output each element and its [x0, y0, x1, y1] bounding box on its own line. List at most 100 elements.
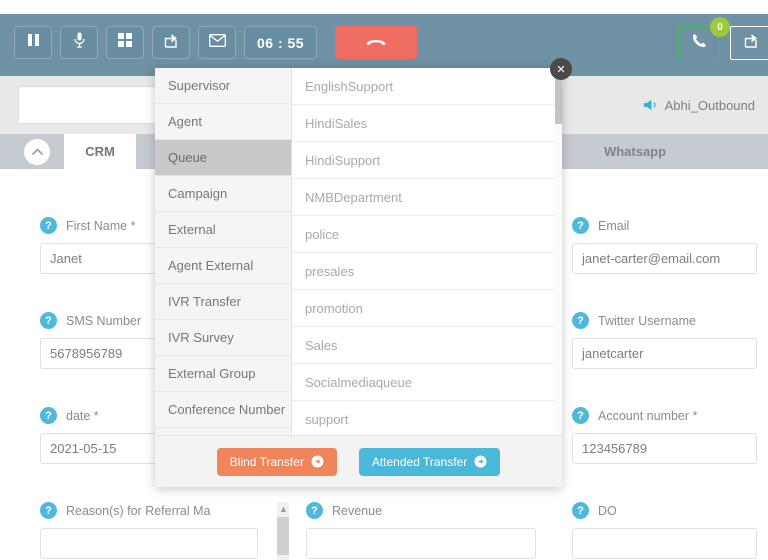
- queue-item-socialmediaqueue[interactable]: Socialmediaqueue: [292, 364, 562, 401]
- megaphone-icon: [643, 98, 658, 112]
- incoming-calls-wrap: 0: [678, 17, 730, 60]
- label-text: Reason(s) for Referral Ma: [66, 503, 211, 518]
- transfer-modal-footer: Blind Transfer Attended Transfer: [155, 435, 562, 487]
- phone-icon: [692, 33, 707, 53]
- email-input[interactable]: janet-carter@email.com: [572, 243, 757, 274]
- category-item-external-group[interactable]: External Group: [155, 356, 291, 392]
- grid-icon: [118, 33, 132, 52]
- category-item-supervisor[interactable]: Supervisor: [155, 68, 291, 104]
- field-label: ? Twitter Username: [572, 312, 757, 329]
- label-text: First Name *: [66, 218, 136, 233]
- label-text: Account number *: [598, 408, 698, 423]
- label-text: DO: [598, 503, 617, 518]
- field-twitter-username: ? Twitter Username janetcarter: [572, 312, 757, 369]
- call-count-badge: 0: [710, 17, 730, 37]
- form-scrollbar-thumb[interactable]: [277, 517, 289, 555]
- hangup-button[interactable]: [335, 26, 418, 59]
- call-center-app: 06 : 55 0 Abhi_Outbound CRM Whatsapp ? F…: [0, 0, 768, 560]
- microphone-icon: [73, 32, 85, 53]
- scroll-up-arrow-icon[interactable]: ▲: [279, 504, 288, 514]
- blind-transfer-button[interactable]: Blind Transfer: [216, 447, 337, 476]
- help-icon[interactable]: ?: [572, 312, 589, 329]
- category-item-agent-external[interactable]: Agent External: [155, 248, 291, 284]
- help-icon[interactable]: ?: [572, 217, 589, 234]
- queue-item-presales[interactable]: presales: [292, 253, 562, 290]
- transfer-modal-body: Supervisor Agent Queue Campaign External…: [155, 68, 562, 435]
- label-text: Revenue: [332, 503, 383, 518]
- share-icon: [164, 33, 179, 53]
- category-item-queue[interactable]: Queue: [155, 140, 291, 176]
- attended-transfer-button[interactable]: Attended Transfer: [358, 447, 501, 476]
- label-text: SMS Number: [66, 313, 142, 328]
- reason-for-referral-input[interactable]: [40, 528, 258, 559]
- transfer-button[interactable]: [152, 26, 190, 59]
- arrow-right-circle-icon: [474, 455, 487, 468]
- email-button[interactable]: [198, 26, 236, 59]
- field-label: ? Account number *: [572, 407, 757, 424]
- pause-icon: [27, 33, 40, 52]
- toolbar-right-actions: 0: [678, 17, 768, 60]
- pause-button[interactable]: [14, 26, 52, 59]
- help-icon[interactable]: ?: [306, 502, 323, 519]
- field-label: ? Revenue: [306, 502, 536, 519]
- category-item-external[interactable]: External: [155, 212, 291, 248]
- label-text: date *: [66, 408, 99, 423]
- tab-whatsapp[interactable]: Whatsapp: [560, 134, 710, 169]
- queue-item-support[interactable]: support: [292, 401, 562, 435]
- label-text: Twitter Username: [598, 313, 696, 328]
- transfer-queue-list[interactable]: EnglishSupport HindiSales HindiSupport N…: [292, 68, 562, 435]
- account-number-input[interactable]: 123456789: [572, 433, 757, 464]
- field-label: ? Email: [572, 217, 757, 234]
- campaign-indicator: Abhi_Outbound: [643, 86, 755, 124]
- chevron-up-icon: [31, 143, 43, 161]
- share-icon: [744, 33, 759, 53]
- queue-item-hindisupport[interactable]: HindiSupport: [292, 142, 562, 179]
- field-label: ? DO: [572, 502, 757, 519]
- category-item-agent[interactable]: Agent: [155, 104, 291, 140]
- envelope-icon: [208, 33, 226, 52]
- close-modal-button[interactable]: ✕: [550, 58, 572, 80]
- call-controls: 06 : 55: [14, 26, 418, 59]
- hangup-phone-icon: [365, 34, 387, 52]
- twitter-username-input[interactable]: janetcarter: [572, 338, 757, 369]
- category-item-campaign[interactable]: Campaign: [155, 176, 291, 212]
- help-icon[interactable]: ?: [40, 312, 57, 329]
- secondary-share-button[interactable]: [730, 26, 768, 60]
- mute-button[interactable]: [60, 26, 98, 59]
- revenue-input[interactable]: [306, 528, 536, 559]
- help-icon[interactable]: ?: [40, 407, 57, 424]
- queue-item-promotion[interactable]: promotion: [292, 290, 562, 327]
- queue-item-nmbdepartment[interactable]: NMBDepartment: [292, 179, 562, 216]
- do-input[interactable]: [572, 528, 757, 559]
- arrow-right-circle-icon: [311, 455, 324, 468]
- blind-transfer-label: Blind Transfer: [229, 454, 304, 469]
- field-revenue: ? Revenue: [306, 502, 536, 559]
- category-item-conference-number[interactable]: Conference Number: [155, 392, 291, 428]
- field-account-number: ? Account number * 123456789: [572, 407, 757, 464]
- tab-crm[interactable]: CRM: [64, 134, 136, 169]
- attended-transfer-label: Attended Transfer: [371, 454, 468, 469]
- keypad-button[interactable]: [106, 26, 144, 59]
- help-icon[interactable]: ?: [572, 407, 589, 424]
- queue-item-sales[interactable]: Sales: [292, 327, 562, 364]
- category-item-ivr-survey[interactable]: IVR Survey: [155, 320, 291, 356]
- field-do: ? DO: [572, 502, 757, 559]
- field-reason-for-referral: ? Reason(s) for Referral Ma: [40, 502, 258, 559]
- close-icon: ✕: [556, 63, 566, 76]
- help-icon[interactable]: ?: [572, 502, 589, 519]
- campaign-name: Abhi_Outbound: [664, 97, 755, 113]
- transfer-modal: ✕ Supervisor Agent Queue Campaign Extern…: [155, 58, 572, 487]
- queue-item-englishsupport[interactable]: EnglishSupport: [292, 68, 562, 105]
- call-toolbar: 06 : 55 0: [0, 14, 768, 76]
- help-icon[interactable]: ?: [40, 217, 57, 234]
- category-item-ivr-transfer[interactable]: IVR Transfer: [155, 284, 291, 320]
- field-email: ? Email janet-carter@email.com: [572, 217, 757, 274]
- queue-item-hindisales[interactable]: HindiSales: [292, 105, 562, 142]
- help-icon[interactable]: ?: [40, 502, 57, 519]
- field-label: ? Reason(s) for Referral Ma: [40, 502, 258, 519]
- label-text: Email: [598, 218, 630, 233]
- call-timer: 06 : 55: [244, 26, 318, 59]
- collapse-panel-button[interactable]: [24, 139, 50, 165]
- transfer-category-list[interactable]: Supervisor Agent Queue Campaign External…: [155, 68, 292, 435]
- queue-item-police[interactable]: police: [292, 216, 562, 253]
